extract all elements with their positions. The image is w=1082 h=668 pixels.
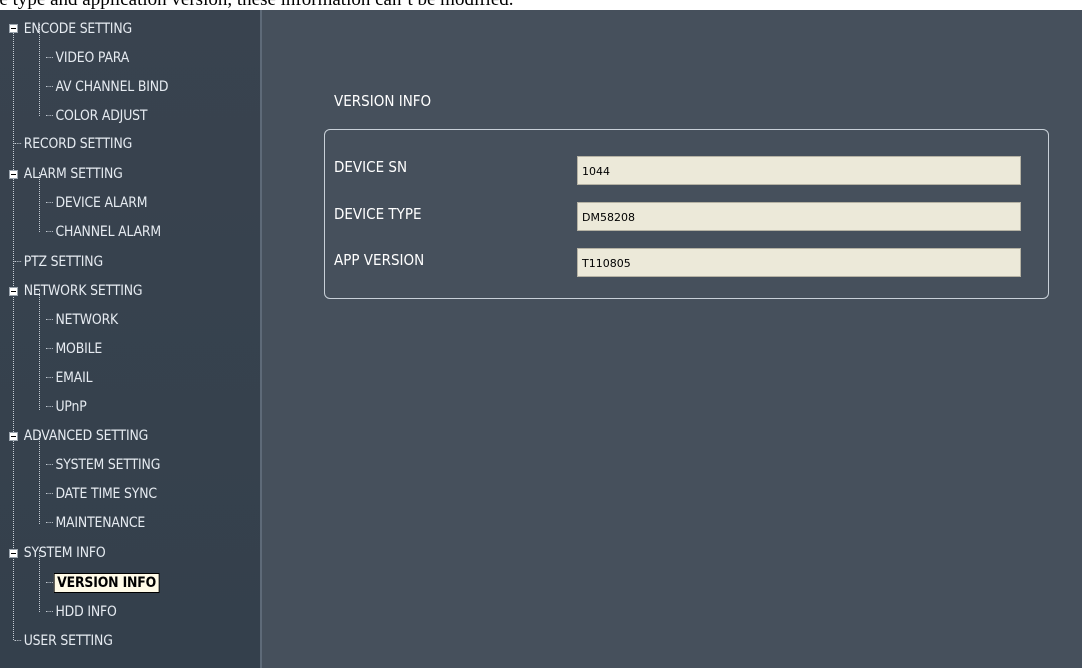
tree-item-video-para[interactable]: VIDEO PARA <box>46 46 131 70</box>
collapse-network-icon[interactable] <box>9 287 18 296</box>
tree-item-color-adjust[interactable]: COLOR ADJUST <box>46 104 149 128</box>
tree-item-encode-setting[interactable]: ENCODE SETTING <box>22 17 134 41</box>
tree-item-channel-alarm[interactable]: CHANNEL ALARM <box>46 220 163 244</box>
device-sn-field: 1044 <box>577 156 1021 185</box>
collapse-sysinfo-icon[interactable] <box>9 549 18 558</box>
tree-item-user-setting[interactable]: USER SETTING <box>14 629 114 653</box>
tree-item-network[interactable]: NETWORK <box>46 308 120 332</box>
tree-item-system-info[interactable]: SYSTEM INFO <box>22 541 107 565</box>
tree-item-ptz-setting[interactable]: PTZ SETTING <box>14 250 105 274</box>
tree-item-version-info[interactable]: VERSION INFO <box>46 571 160 595</box>
device-type-field: DM58208 <box>577 202 1021 231</box>
tree-item-alarm-setting[interactable]: ALARM SETTING <box>22 162 124 186</box>
collapse-alarm-icon[interactable] <box>9 170 18 179</box>
settings-window: ENCODE SETTING VIDEO PARA AV CHANNEL BIN… <box>0 10 1082 668</box>
tree-item-device-alarm[interactable]: DEVICE ALARM <box>46 191 149 215</box>
collapse-encode-icon[interactable] <box>9 24 18 33</box>
tree-item-date-time-sync[interactable]: DATE TIME SYNC <box>46 482 159 506</box>
tree-item-record-setting[interactable]: RECORD SETTING <box>14 132 134 156</box>
device-type-label: DEVICE TYPE <box>334 205 422 223</box>
app-version-label: APP VERSION <box>334 251 425 269</box>
document-caption: ce type and application version, these i… <box>0 0 1082 10</box>
tree-item-hdd-info[interactable]: HDD INFO <box>46 600 118 624</box>
tree-item-system-setting[interactable]: SYSTEM SETTING <box>46 453 162 477</box>
tree-item-upnp[interactable]: UPnP <box>46 395 88 419</box>
tree-item-av-channel-bind[interactable]: AV CHANNEL BIND <box>46 75 170 99</box>
collapse-advanced-icon[interactable] <box>9 432 18 441</box>
tree-item-advanced-setting[interactable]: ADVANCED SETTING <box>22 424 150 448</box>
section-title: VERSION INFO <box>334 92 432 110</box>
tree-item-maintenance[interactable]: MAINTENANCE <box>46 511 147 535</box>
app-version-field: T110805 <box>577 248 1021 277</box>
device-sn-label: DEVICE SN <box>334 158 408 176</box>
tree-item-email[interactable]: EMAIL <box>46 366 94 390</box>
tree-item-mobile[interactable]: MOBILE <box>46 337 104 361</box>
settings-tree-sidebar: ENCODE SETTING VIDEO PARA AV CHANNEL BIN… <box>0 10 262 668</box>
tree-item-network-setting[interactable]: NETWORK SETTING <box>22 279 144 303</box>
